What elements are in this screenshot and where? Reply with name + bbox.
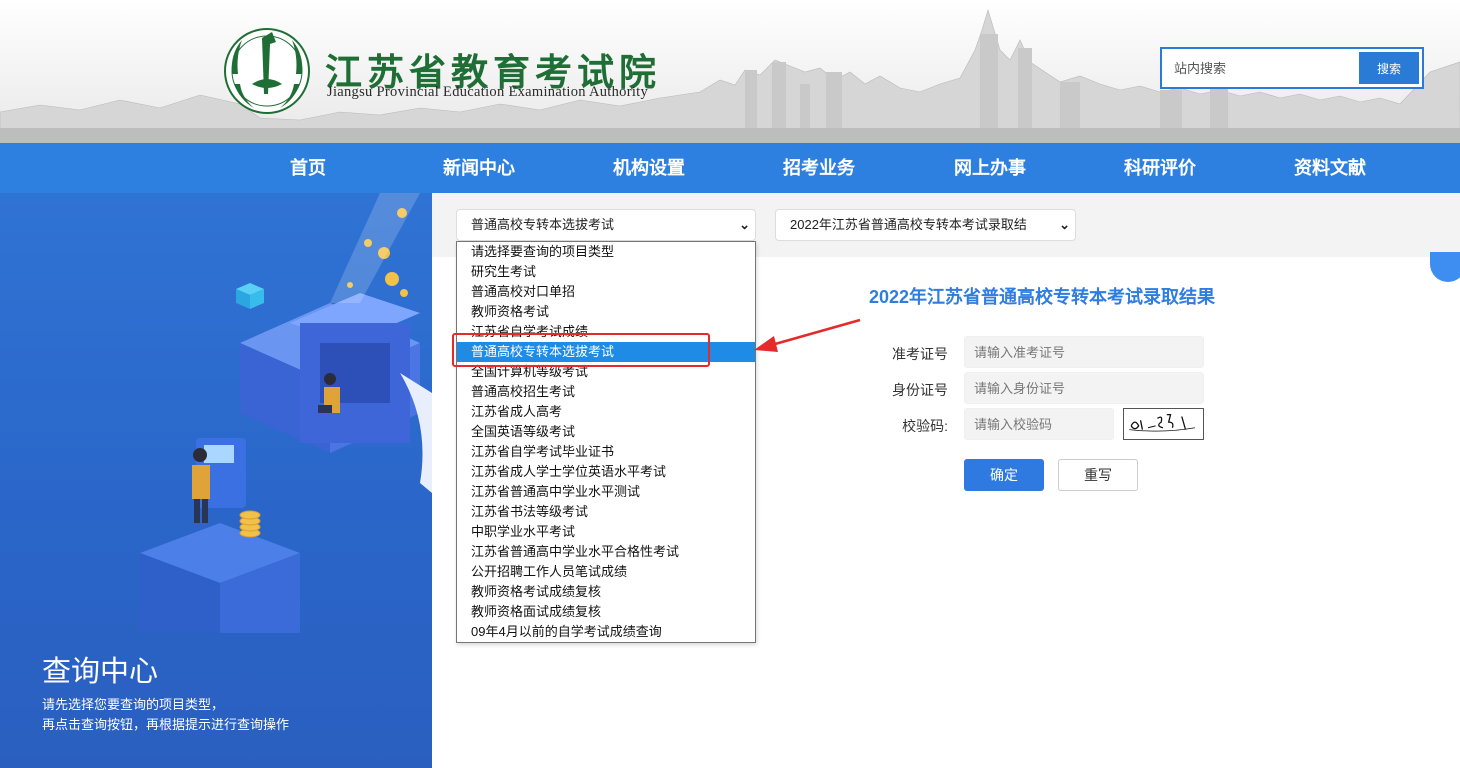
verification-code-label: 校验码: — [902, 418, 948, 434]
dropdown-option[interactable]: 江苏省成人高考 — [457, 402, 755, 422]
chevron-down-icon: ⌄ — [739, 217, 750, 232]
dropdown-option[interactable]: 江苏省书法等级考试 — [457, 502, 755, 522]
dropdown-option[interactable]: 研究生考试 — [457, 262, 755, 282]
submit-button[interactable]: 确定 — [964, 459, 1044, 491]
category-dropdown-list: 请选择要查询的项目类型 研究生考试 普通高校对口单招 教师资格考试 江苏省自学考… — [456, 241, 756, 643]
dropdown-option[interactable]: 教师资格面试成绩复核 — [457, 602, 755, 622]
ticket-number-input[interactable] — [964, 336, 1204, 368]
site-search: 搜索 — [1160, 47, 1424, 89]
nav-item-online-services[interactable]: 网上办事 — [925, 143, 1055, 193]
query-illustration — [140, 193, 432, 633]
reset-button[interactable]: 重写 — [1058, 459, 1138, 491]
search-input[interactable] — [1162, 49, 1357, 87]
project-select-value: 2022年江苏省普通高校专转本考试录取结 — [790, 217, 1027, 232]
dropdown-option[interactable]: 全国英语等级考试 — [457, 422, 755, 442]
dropdown-option[interactable]: 江苏省自学考试毕业证书 — [457, 442, 755, 462]
project-select[interactable]: 2022年江苏省普通高校专转本考试录取结 ⌄ — [775, 209, 1076, 241]
arrow-annotation-icon — [754, 318, 861, 352]
authority-logo-icon — [224, 28, 310, 114]
dropdown-option[interactable]: 江苏省普通高中学业水平测试 — [457, 482, 755, 502]
dropdown-option[interactable]: 江苏省普通高中学业水平合格性考试 — [457, 542, 755, 562]
verification-code-input[interactable] — [964, 408, 1114, 440]
search-button[interactable]: 搜索 — [1359, 52, 1419, 84]
highlight-annotation — [452, 333, 710, 367]
nav-item-admissions[interactable]: 招考业务 — [754, 143, 884, 193]
chevron-down-icon: ⌄ — [1059, 217, 1070, 232]
dropdown-option[interactable]: 普通高校对口单招 — [457, 282, 755, 302]
ticket-number-label: 准考证号 — [892, 346, 948, 362]
id-number-input[interactable] — [964, 372, 1204, 404]
result-form-title: 2022年江苏省普通高校专转本考试录取结果 — [869, 287, 1216, 307]
nav-item-research[interactable]: 科研评价 — [1095, 143, 1225, 193]
query-center-panel: 查询中心 请先选择您要查询的项目类型， 再点击查询按钮，再根据提示进行查询操作 — [0, 193, 432, 768]
description-line-1: 请先选择您要查询的项目类型， — [42, 697, 225, 712]
dropdown-option[interactable]: 教师资格考试 — [457, 302, 755, 322]
nav-item-news[interactable]: 新闻中心 — [414, 143, 544, 193]
site-header: 江苏省教育考试院 Jiangsu Provincial Education Ex… — [0, 0, 1460, 143]
captcha-image[interactable] — [1123, 408, 1204, 440]
query-center-description: 请先选择您要查询的项目类型， 再点击查询按钮，再根据提示进行查询操作 — [42, 695, 289, 735]
dropdown-option[interactable]: 公开招聘工作人员笔试成绩 — [457, 562, 755, 582]
nav-item-documents[interactable]: 资料文献 — [1265, 143, 1395, 193]
dropdown-option[interactable]: 江苏省成人学士学位英语水平考试 — [457, 462, 755, 482]
description-line-2: 再点击查询按钮，再根据提示进行查询操作 — [42, 717, 290, 732]
side-float-button[interactable] — [1430, 252, 1460, 282]
nav-item-organization[interactable]: 机构设置 — [584, 143, 714, 193]
nav-item-home[interactable]: 首页 — [243, 143, 373, 193]
authority-title-en: Jiangsu Provincial Education Examination… — [327, 84, 649, 100]
main-nav: 首页 新闻中心 机构设置 招考业务 网上办事 科研评价 资料文献 — [0, 143, 1460, 193]
id-number-label: 身份证号 — [892, 382, 948, 398]
dropdown-option[interactable]: 请选择要查询的项目类型 — [457, 242, 755, 262]
dropdown-option[interactable]: 09年4月以前的自学考试成绩查询 — [457, 622, 755, 642]
category-select-value: 普通高校专转本选拔考试 — [471, 217, 615, 232]
dropdown-option[interactable]: 中职学业水平考试 — [457, 522, 755, 542]
category-select[interactable]: 普通高校专转本选拔考试 ⌄ — [456, 209, 756, 241]
query-center-title: 查询中心 — [42, 656, 159, 688]
dropdown-option[interactable]: 普通高校招生考试 — [457, 382, 755, 402]
dropdown-option[interactable]: 教师资格考试成绩复核 — [457, 582, 755, 602]
